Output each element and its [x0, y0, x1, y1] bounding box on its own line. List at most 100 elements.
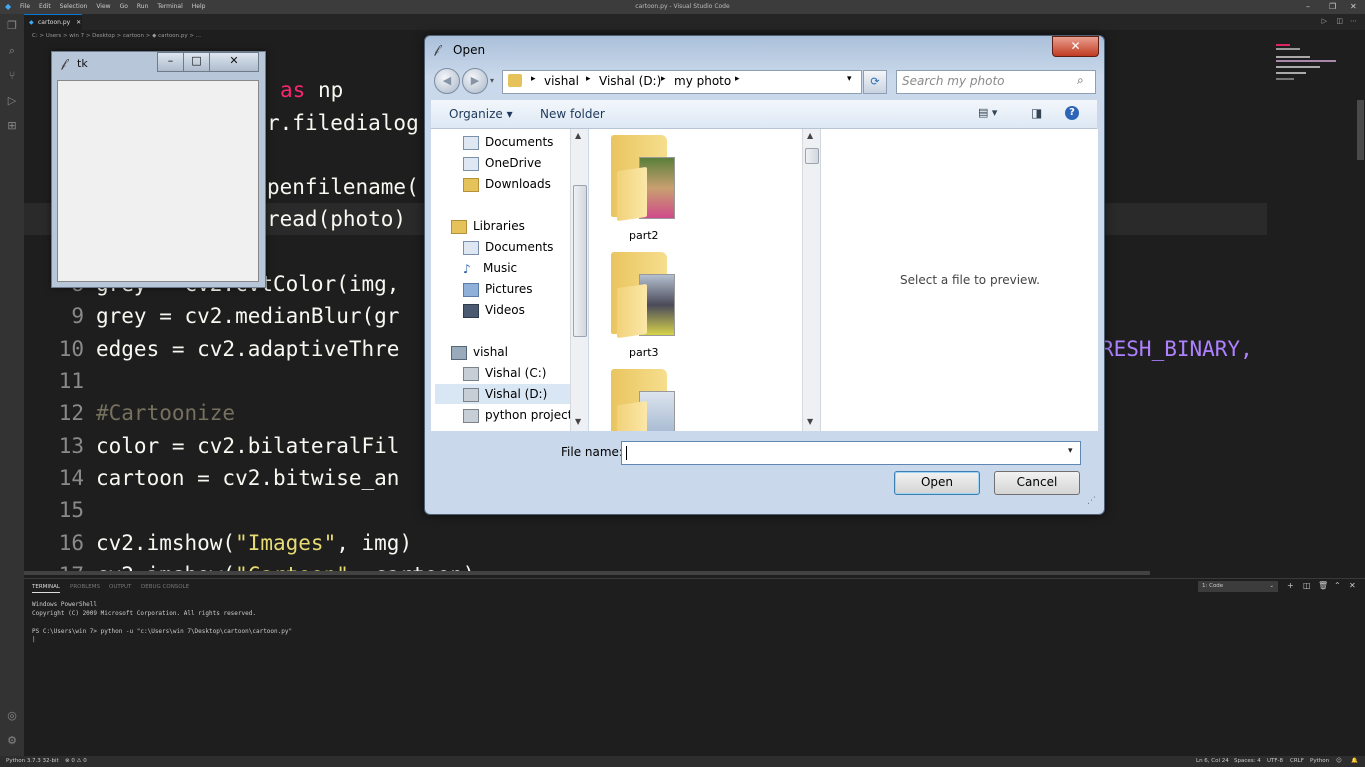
cursor-position[interactable]: Ln 6, Col 24 [1196, 756, 1229, 767]
file-name-input[interactable]: ▾ [621, 441, 1081, 465]
back-button[interactable]: ◀ [434, 68, 460, 94]
editor-scrollbar[interactable] [1357, 100, 1364, 160]
breadcrumb-vishal[interactable]: vishal [544, 74, 579, 88]
line-ending[interactable]: CRLF [1290, 756, 1304, 767]
tk-canvas [57, 80, 259, 282]
tab-close-icon[interactable]: ✕ [76, 19, 81, 26]
text-caret [626, 446, 627, 460]
python-file-icon: ◆ [29, 19, 34, 26]
extensions-icon[interactable]: ⊞ [4, 118, 20, 134]
encoding[interactable]: UTF-8 [1267, 756, 1283, 767]
tab-cartoon-py[interactable]: ◆ cartoon.py ✕ [24, 14, 82, 30]
address-bar[interactable]: ▸ vishal ▸ Vishal (D:) ▸ my photo ▸ ▾ [502, 70, 862, 94]
problems-count[interactable]: ⊗ 0 ⚠ 0 [65, 756, 87, 767]
trash-icon[interactable]: 🗑 [1318, 581, 1328, 590]
nav-item-computer[interactable]: vishal [451, 342, 508, 362]
split-terminal-icon[interactable]: ◫ [1303, 581, 1311, 590]
close-window-icon[interactable]: ✕ [1350, 2, 1357, 11]
breadcrumb-drive-d[interactable]: Vishal (D:) [599, 74, 661, 88]
onedrive-icon [463, 156, 479, 171]
breadcrumb-my-photo[interactable]: my photo [674, 74, 731, 88]
scroll-thumb[interactable] [573, 185, 587, 337]
explorer-icon[interactable]: ❐ [4, 18, 20, 34]
documents-icon [463, 135, 479, 150]
search-icon[interactable]: ⌕ [4, 43, 20, 59]
recent-locations-icon[interactable]: ▾ [490, 76, 494, 85]
resize-grip-icon[interactable]: ⋰ [1087, 496, 1096, 506]
change-view-icon[interactable]: ▤ ▾ [978, 106, 997, 119]
editor-tabs: ◆ cartoon.py ✕ ▷ ◫ ⋯ [24, 14, 1365, 30]
bell-icon[interactable]: 🔔 [1351, 756, 1358, 767]
dialog-close-button[interactable]: ✕ [1052, 36, 1099, 57]
bottom-panel: TERMINAL PROBLEMS OUTPUT DEBUG CONSOLE 1… [24, 578, 1365, 757]
address-dropdown-icon[interactable]: ▾ [847, 74, 852, 84]
maximize-panel-icon[interactable]: ⌃ [1334, 581, 1341, 590]
refresh-icon[interactable]: ⟳ [863, 70, 887, 94]
tab-debug-console[interactable]: DEBUG CONSOLE [141, 584, 189, 590]
tab-output[interactable]: OUTPUT [109, 584, 131, 590]
scroll-up-icon[interactable]: ▲ [575, 131, 581, 140]
nav-item-libraries[interactable]: Libraries [451, 216, 525, 236]
language-mode[interactable]: Python [1310, 756, 1329, 767]
source-control-icon[interactable]: ⑂ [4, 68, 20, 84]
run-debug-icon[interactable]: ▷ [4, 93, 20, 109]
tab-terminal[interactable]: TERMINAL [32, 584, 60, 593]
chevron-right-icon[interactable]: ▸ [531, 74, 536, 84]
run-file-icon[interactable]: ▷ [1322, 17, 1327, 25]
scroll-down-icon[interactable]: ▼ [575, 417, 581, 426]
help-icon[interactable]: ? [1065, 106, 1079, 120]
tk-close-button[interactable]: ✕ [209, 52, 259, 72]
feedback-icon[interactable]: ☺ [1336, 756, 1342, 767]
tab-problems[interactable]: PROBLEMS [70, 584, 100, 590]
nav-item-music[interactable]: ♪ Music [463, 258, 517, 278]
nav-item-pictures[interactable]: Pictures [463, 279, 533, 299]
close-panel-icon[interactable]: ✕ [1349, 581, 1356, 590]
nav-item-drive-d[interactable]: Vishal (D:) [435, 384, 572, 404]
terminal-select[interactable]: 1: Code ⌄ [1198, 581, 1278, 592]
nav-item-library-documents[interactable]: Documents [463, 237, 553, 257]
nav-scrollbar[interactable]: ▲ ▼ [570, 129, 588, 431]
tk-minimize-button[interactable]: – [157, 52, 184, 72]
documents-icon [463, 240, 479, 255]
organize-button[interactable]: Organize ▾ [449, 107, 513, 121]
tk-window: 𝒻 tk – □ ✕ [51, 51, 266, 288]
split-editor-icon[interactable]: ◫ [1336, 17, 1343, 25]
file-name-dropdown-icon[interactable]: ▾ [1068, 446, 1073, 456]
new-terminal-icon[interactable]: + [1287, 581, 1294, 590]
folder-part3[interactable]: part3 [611, 252, 681, 360]
settings-gear-icon[interactable]: ⚙ [4, 733, 20, 749]
dialog-toolbar: Organize ▾ New folder ▤ ▾ ◨ ? [431, 100, 1097, 129]
chevron-right-icon[interactable]: ▸ [735, 74, 740, 84]
folder-partial[interactable] [611, 369, 681, 431]
minimap[interactable] [1270, 42, 1365, 575]
restore-icon[interactable]: ❐ [1329, 2, 1336, 11]
tk-maximize-button[interactable]: □ [183, 52, 210, 72]
preview-pane-icon[interactable]: ◨ [1031, 106, 1042, 120]
horizontal-scrollbar[interactable] [24, 571, 1150, 575]
python-interpreter[interactable]: Python 3.7.3 32-bit [6, 756, 59, 767]
code-line-16: 16 cv2.imshow("Images", img) [58, 531, 413, 555]
nav-item-drive-c[interactable]: Vishal (C:) [463, 363, 546, 383]
files-scrollbar[interactable]: ▲ ▼ [802, 129, 820, 431]
nav-item-downloads[interactable]: Downloads [463, 174, 551, 194]
scroll-down-icon[interactable]: ▼ [807, 417, 813, 426]
terminal-cursor[interactable]: | [32, 636, 36, 643]
search-icon[interactable]: ⌕ [1077, 73, 1084, 88]
minimize-icon[interactable]: – [1306, 2, 1310, 11]
nav-item-videos[interactable]: Videos [463, 300, 525, 320]
cancel-button[interactable]: Cancel [994, 471, 1080, 495]
folder-part2[interactable]: part2 [611, 135, 681, 243]
chevron-right-icon[interactable]: ▸ [586, 74, 591, 84]
scroll-up-icon[interactable]: ▲ [807, 131, 813, 140]
new-folder-button[interactable]: New folder [540, 107, 605, 121]
chevron-right-icon[interactable]: ▸ [661, 74, 666, 84]
nav-item-documents[interactable]: Documents [463, 132, 553, 152]
open-button[interactable]: Open [894, 471, 980, 495]
forward-button[interactable]: ▶ [462, 68, 488, 94]
scroll-thumb[interactable] [805, 148, 819, 164]
nav-item-onedrive[interactable]: OneDrive [463, 153, 541, 173]
more-actions-icon[interactable]: ⋯ [1350, 17, 1357, 25]
account-icon[interactable]: ◎ [4, 708, 20, 724]
search-input[interactable]: Search my photo ⌕ [896, 70, 1096, 94]
indentation[interactable]: Spaces: 4 [1234, 756, 1261, 767]
